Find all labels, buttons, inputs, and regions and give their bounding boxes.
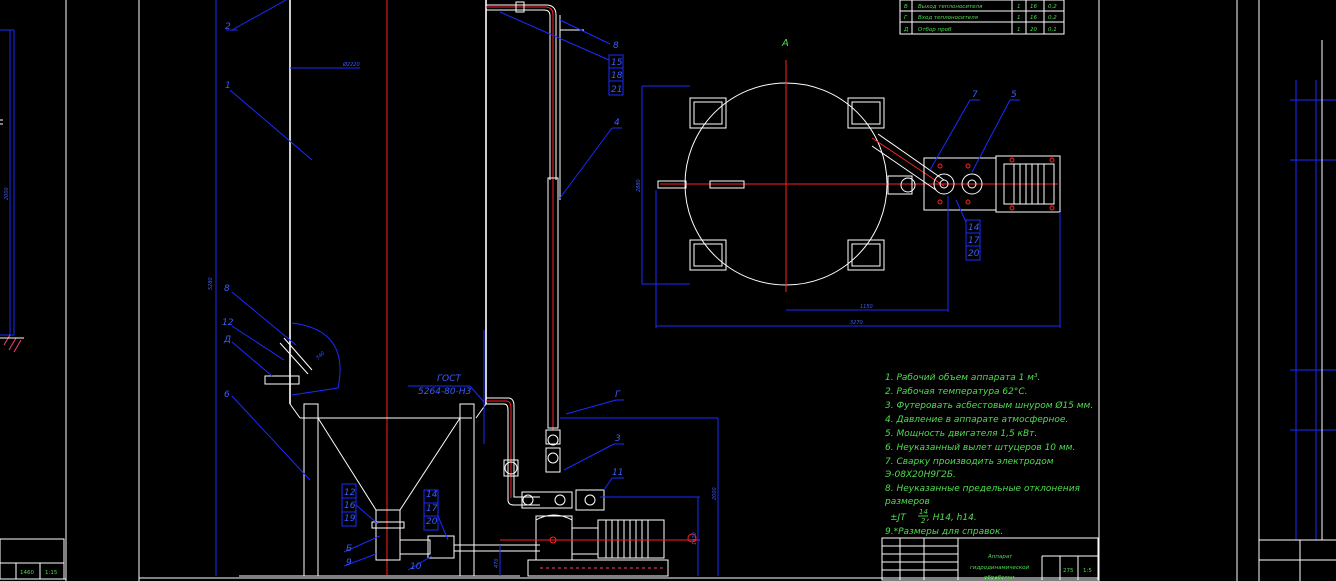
gost-line1: ГОСТ (437, 374, 462, 384)
callout-20b: 20 (426, 517, 438, 527)
note-5: 5. Мощность двигателя 1,5 кВт. (885, 429, 1037, 439)
note-1: 1. Рабочий объем аппарата 1 м³. (885, 373, 1040, 383)
dim-height-pump: 1020 (692, 532, 698, 545)
callout-18r: 18 (611, 71, 623, 81)
note-8b: размеров (884, 497, 930, 507)
nozzle-row2-p: 0,2 (1048, 15, 1057, 21)
dim-height-total: 5280 (208, 277, 214, 290)
note-8-fits: , Н14, h14. (927, 513, 977, 523)
callout-4: 4 (614, 118, 620, 128)
title-mass: 275 (1063, 568, 1074, 574)
nozzle-row1-qty: 1 (1017, 4, 1021, 10)
left-block-scale: 1:15 (45, 570, 58, 576)
callout-D: Д (223, 335, 231, 345)
title-scale: 1:5 (1083, 568, 1092, 574)
title-name-3: обработки (984, 575, 1015, 581)
nozzle-row2-name: Вход теплоносителя (918, 15, 979, 21)
callout-7: 7 (972, 90, 978, 100)
title-name-2: гидродинамической (970, 565, 1030, 571)
nozzle-row3-qty: 1 (1017, 27, 1021, 33)
note-2: 2. Рабочая температура 62°С. (885, 387, 1028, 397)
callout-6: 6 (224, 390, 230, 400)
dim-height-outlet: 470 (494, 558, 500, 568)
callout-1: 1 (225, 81, 231, 91)
title-block: Аппарат гидродинамической обработки 275 … (881, 537, 1099, 581)
nozzle-row1-p: 0,2 (1048, 4, 1057, 10)
nozzle-table: В Выход теплоносителя 1 16 0,2 Г Вход те… (899, 0, 1065, 35)
gost-line2: 5264-80-Н3 (418, 387, 472, 397)
svg-text:2000: 2000 (4, 187, 10, 200)
nozzle-row3-dn: 20 (1030, 27, 1037, 33)
callout-12: 12 (222, 318, 234, 328)
plan-view-a: А 2880 3270 1150 7 5 14 17 20 (636, 38, 1061, 328)
left-partial-sheet: 2000 1460 1:15 (0, 29, 65, 580)
callout-8r: 8 (613, 41, 619, 51)
callout-2: 2 (225, 22, 231, 32)
note-3: 3. Футеровать асбестовым шнуром Ø15 мм. (885, 400, 1093, 411)
dim-plan-width: 3270 (850, 320, 863, 326)
note-6: 6. Неуказанный вылет штуцеров 10 мм. (885, 443, 1075, 453)
callout-17b: 17 (426, 504, 438, 514)
dim-height-inlet: 2000 (712, 487, 718, 500)
nozzle-row2-dn: 16 (1030, 15, 1037, 21)
cad-drawing-canvas[interactable]: 2000 1460 1:15 5280 Ø2220 2000 1020 470 … (0, 0, 1336, 581)
note-8-tol: ±JT (890, 513, 907, 523)
callout-17r: 17 (968, 236, 980, 246)
note-7b: Э-08Х20Н9Г2Б. (884, 470, 956, 480)
dim-plan-height: 2880 (636, 179, 642, 192)
callout-15r: 15 (611, 58, 623, 68)
dim-plan-offset: 1150 (860, 304, 873, 310)
callout-9: 9 (346, 558, 352, 568)
main-callouts: 2 1 8 12 Д 6 12 16 19 Б 9 14 17 20 10 ГО… (222, 0, 624, 572)
nozzle-row3-mark: Д (903, 27, 909, 33)
callout-G: Г (615, 390, 621, 400)
note-8-den: 2 (921, 517, 926, 525)
callout-10: 10 (410, 562, 422, 572)
note-4: 4. Давление в аппарате атмосферное. (885, 415, 1068, 425)
callout-21r: 21 (611, 85, 622, 95)
nozzle-row2-mark: Г (904, 15, 908, 21)
note-9: 9.*Размеры для справок. (885, 527, 1003, 537)
note-7: 7. Сварку производить электродом (885, 457, 1054, 467)
callout-B: Б (346, 544, 352, 554)
nozzle-row1-name: Выход теплоносителя (918, 4, 983, 10)
view-label-a: А (781, 38, 789, 49)
callout-20r: 20 (968, 249, 980, 259)
nozzle-row3-name: Отбор проб (918, 27, 952, 33)
callout-11: 11 (612, 468, 623, 478)
left-block-mass: 1460 (20, 570, 34, 576)
right-partial-sheet (1259, 40, 1336, 581)
callout-3: 3 (615, 434, 621, 444)
technical-notes: 1. Рабочий объем аппарата 1 м³. 2. Рабоч… (884, 373, 1093, 537)
note-8: 8. Неуказанные предельные отклонения (885, 484, 1081, 494)
nozzle-row1-dn: 16 (1030, 4, 1037, 10)
dim-diameter: Ø2220 (342, 61, 360, 68)
callout-8: 8 (224, 284, 230, 294)
callout-19b: 19 (344, 514, 356, 524)
nozzle-row1-mark: В (904, 4, 908, 10)
callout-12b: 12 (344, 488, 356, 498)
nozzle-row3-p: 0,1 (1048, 27, 1057, 33)
callout-14r: 14 (968, 223, 980, 233)
callout-16b: 16 (344, 501, 356, 511)
callout-5: 5 (1011, 90, 1017, 100)
apparatus-column (239, 0, 700, 577)
callout-14b: 14 (426, 490, 438, 500)
dim-angle: 740 (315, 350, 326, 361)
title-name-1: Аппарат (987, 554, 1013, 560)
nozzle-row2-qty: 1 (1017, 15, 1021, 21)
